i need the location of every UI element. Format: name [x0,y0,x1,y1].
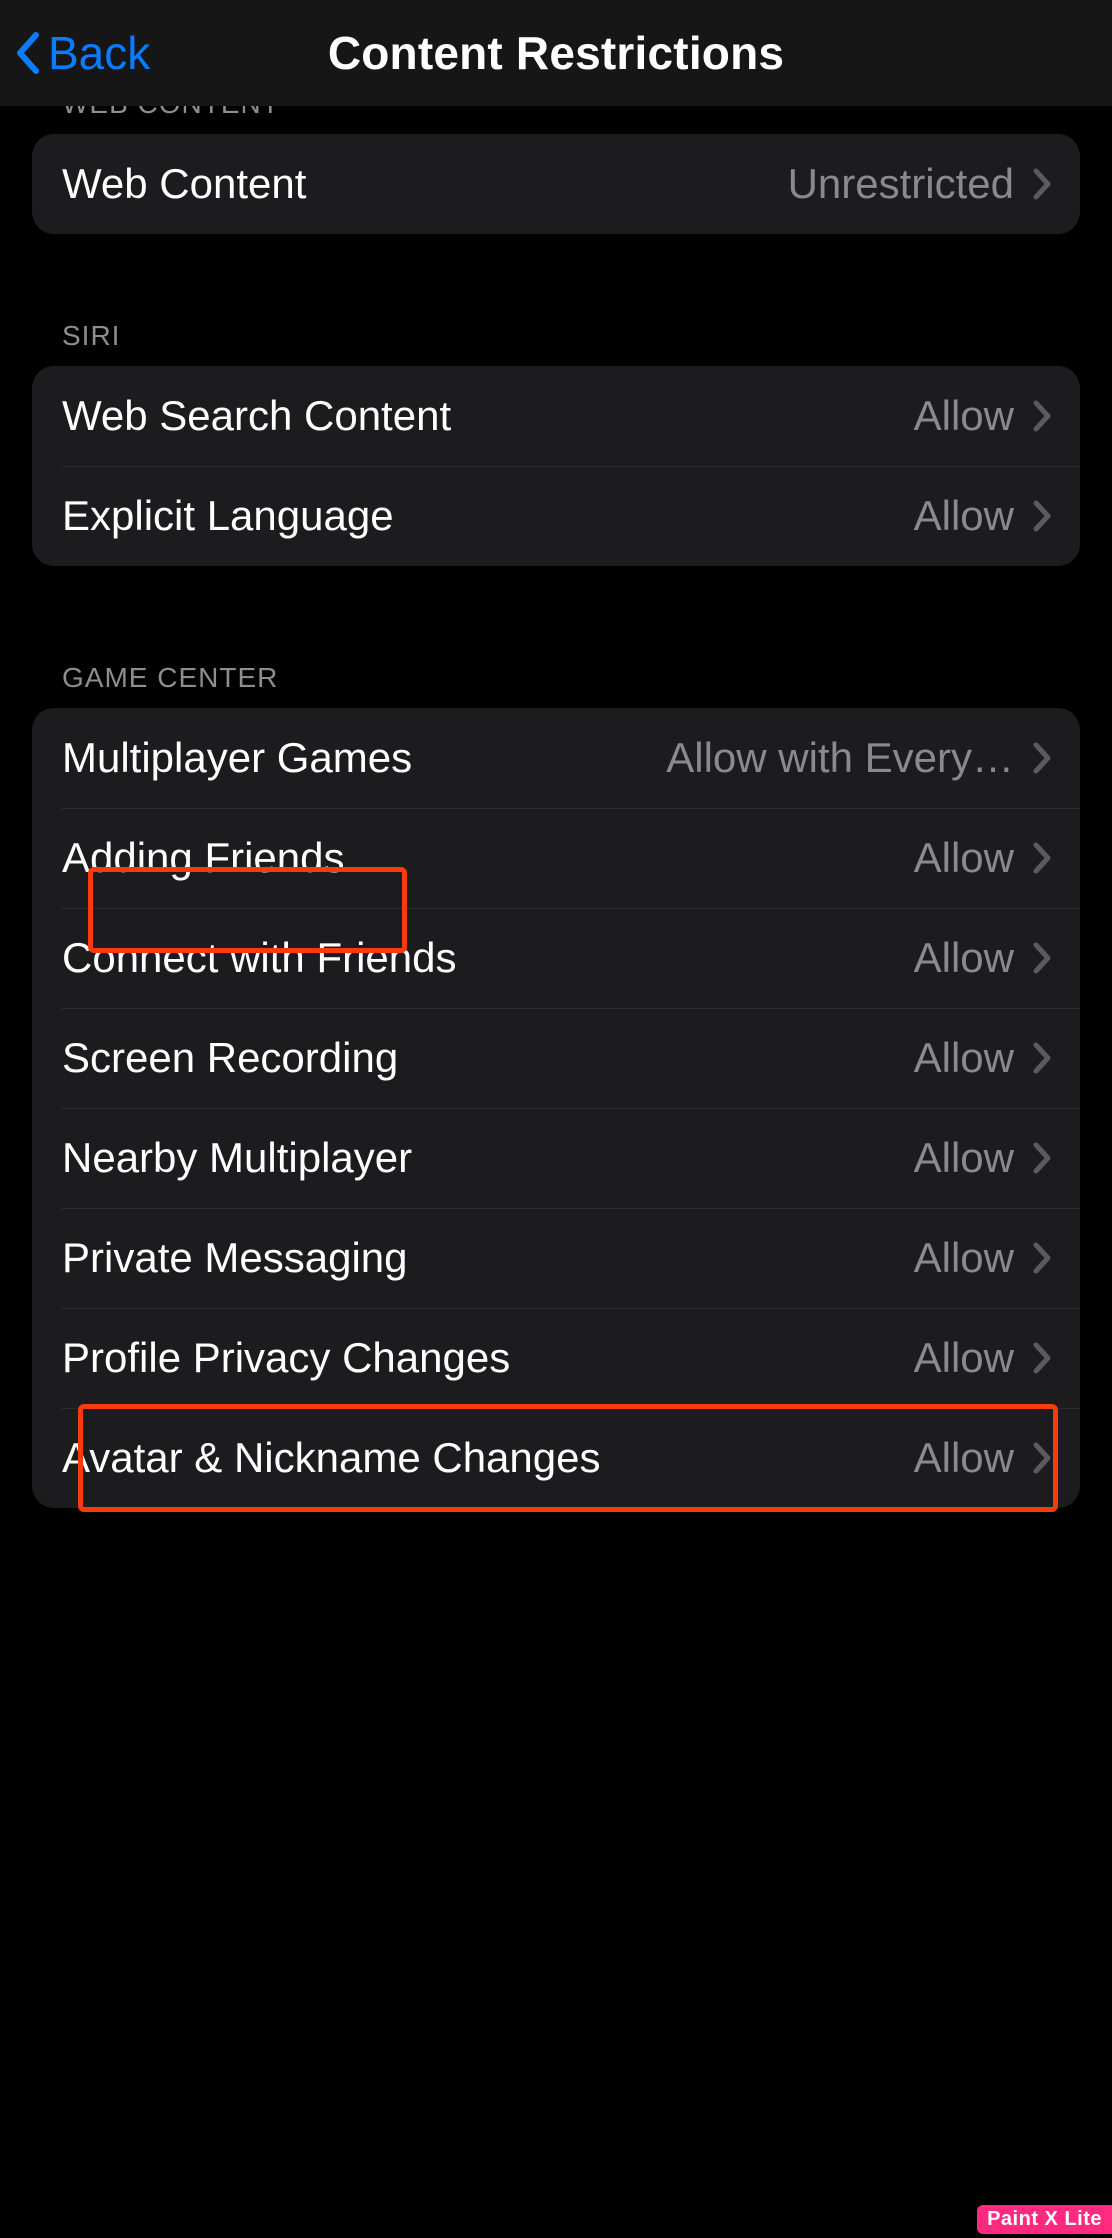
row-explicit-language[interactable]: Explicit Language Allow [32,466,1080,566]
row-value: Allow [904,1434,1014,1482]
chevron-right-icon [1032,399,1052,433]
row-avatar-nickname-changes[interactable]: Avatar & Nickname Changes Allow [32,1408,1080,1508]
row-label: Screen Recording [62,1034,414,1082]
row-value: Allow [904,392,1014,440]
chevron-right-icon [1032,1041,1052,1075]
page-title: Content Restrictions [0,26,1112,80]
chevron-right-icon [1032,167,1052,201]
row-value: Allow [904,1034,1014,1082]
back-button[interactable]: Back [14,0,150,106]
back-label: Back [48,26,150,80]
chevron-right-icon [1032,1141,1052,1175]
chevron-right-icon [1032,741,1052,775]
group-game-center: Multiplayer Games Allow with Every… Addi… [32,708,1080,1508]
watermark: Paint X Lite [977,2205,1112,2234]
chevron-right-icon [1032,1341,1052,1375]
row-value: Allow [904,492,1014,540]
row-value: Allow [904,1334,1014,1382]
row-value: Allow [904,834,1014,882]
row-label: Adding Friends [62,834,361,882]
chevron-right-icon [1032,1241,1052,1275]
row-screen-recording[interactable]: Screen Recording Allow [32,1008,1080,1108]
row-multiplayer-games[interactable]: Multiplayer Games Allow with Every… [32,708,1080,808]
row-label: Multiplayer Games [62,734,428,782]
group-siri: Web Search Content Allow Explicit Langua… [32,366,1080,566]
chevron-left-icon [14,31,40,75]
row-label: Profile Privacy Changes [62,1334,526,1382]
row-private-messaging[interactable]: Private Messaging Allow [32,1208,1080,1308]
row-value: Allow with Every… [656,734,1014,782]
row-value: Allow [904,934,1014,982]
row-web-search-content[interactable]: Web Search Content Allow [32,366,1080,466]
row-value: Allow [904,1234,1014,1282]
row-nearby-multiplayer[interactable]: Nearby Multiplayer Allow [32,1108,1080,1208]
row-label: Private Messaging [62,1234,424,1282]
section-header-siri: SIRI [32,234,1080,366]
row-label: Web Content [62,160,322,208]
row-value: Unrestricted [778,160,1014,208]
row-connect-with-friends[interactable]: Connect with Friends Allow [32,908,1080,1008]
row-label: Web Search Content [62,392,467,440]
row-label: Explicit Language [62,492,410,540]
row-label: Nearby Multiplayer [62,1134,428,1182]
chevron-right-icon [1032,499,1052,533]
chevron-right-icon [1032,841,1052,875]
row-profile-privacy-changes[interactable]: Profile Privacy Changes Allow [32,1308,1080,1408]
row-label: Avatar & Nickname Changes [62,1434,617,1482]
row-web-content[interactable]: Web Content Unrestricted [32,134,1080,234]
navbar: Back Content Restrictions [0,0,1112,106]
row-adding-friends[interactable]: Adding Friends Allow [32,808,1080,908]
section-header-game-center: GAME CENTER [32,566,1080,708]
row-label: Connect with Friends [62,934,473,982]
row-value: Allow [904,1134,1014,1182]
chevron-right-icon [1032,941,1052,975]
group-web-content: Web Content Unrestricted [32,134,1080,234]
chevron-right-icon [1032,1441,1052,1475]
